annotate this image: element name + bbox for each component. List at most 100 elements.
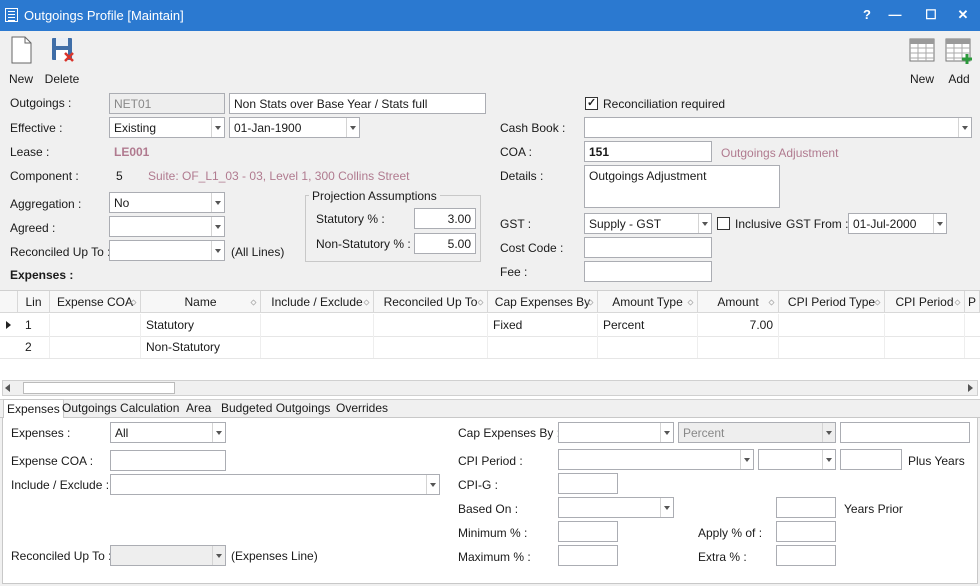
scrollbar-thumb[interactable]	[23, 382, 175, 394]
reconciled-select[interactable]	[109, 240, 225, 261]
outgoings-description-field[interactable]: Non Stats over Base Year / Stats full	[229, 93, 486, 114]
extra-percent-field[interactable]	[776, 545, 836, 566]
plus-years-field[interactable]	[840, 449, 902, 470]
chevron-down-icon[interactable]	[822, 450, 835, 469]
horizontal-scrollbar[interactable]	[2, 380, 978, 396]
cost-code-field[interactable]	[584, 237, 712, 258]
cell-name[interactable]: Statutory	[141, 314, 261, 336]
cell-include-exclude[interactable]	[261, 336, 374, 358]
chevron-down-icon[interactable]	[211, 241, 224, 260]
cell-lin[interactable]: 1	[20, 314, 50, 336]
tab-expenses[interactable]: Expenses	[3, 399, 64, 419]
minimum-field[interactable]	[558, 521, 618, 542]
column-header-cpi-period-type[interactable]: CPI Period Type	[779, 291, 885, 313]
table-row[interactable]: 1 Statutory Fixed Percent 7.00	[0, 314, 980, 336]
effective-select[interactable]: Existing	[109, 117, 225, 138]
cell-reconciled-up-to[interactable]	[374, 336, 488, 358]
inclusive-checkbox[interactable]	[717, 217, 730, 230]
chevron-down-icon[interactable]	[660, 498, 673, 517]
outgoings-code-field[interactable]: NET01	[109, 93, 225, 114]
column-header-include-exclude[interactable]: Include / Exclude	[261, 291, 374, 313]
maximum-field[interactable]	[558, 545, 618, 566]
cashbook-select[interactable]	[584, 117, 972, 138]
new-row-button[interactable]: New	[906, 35, 938, 86]
scroll-left-icon[interactable]	[5, 384, 10, 392]
maximize-button[interactable]: ☐	[918, 4, 944, 26]
cpi-period-secondary-select[interactable]	[758, 449, 836, 470]
cell-amount-type[interactable]	[598, 336, 698, 358]
based-on-select[interactable]	[558, 497, 674, 518]
apply-percent-field[interactable]	[776, 521, 836, 542]
cpi-g-field[interactable]	[558, 473, 618, 494]
cell-amount-type[interactable]: Percent	[598, 314, 698, 336]
lease-link[interactable]: LE001	[114, 145, 149, 159]
close-button[interactable]: ✕	[950, 4, 976, 26]
cell-cap-expenses-by[interactable]: Fixed	[488, 314, 598, 336]
chevron-down-icon[interactable]	[822, 423, 835, 442]
expense-coa-field[interactable]	[110, 450, 226, 471]
scroll-right-icon[interactable]	[968, 384, 973, 392]
chevron-down-icon[interactable]	[958, 118, 971, 137]
component-suite-link[interactable]: Suite: OF_L1_03 - 03, Level 1, 300 Colli…	[148, 169, 410, 183]
statutory-percent-field[interactable]: 3.00	[414, 208, 476, 229]
column-header-amount-type[interactable]: Amount Type	[598, 291, 698, 313]
cell-reconciled-up-to[interactable]	[374, 314, 488, 336]
agreed-select[interactable]	[109, 216, 225, 237]
detail-reconciled-select[interactable]	[110, 545, 226, 566]
cap-extra-field[interactable]	[840, 422, 970, 443]
cell-name[interactable]: Non-Statutory	[141, 336, 261, 358]
add-button[interactable]: Add	[944, 35, 974, 86]
chevron-down-icon[interactable]	[933, 214, 946, 233]
chevron-down-icon[interactable]	[211, 118, 224, 137]
fee-field[interactable]	[584, 261, 712, 282]
cell-cap-expenses-by[interactable]	[488, 336, 598, 358]
chevron-down-icon[interactable]	[211, 217, 224, 236]
tab-overrides[interactable]: Overrides	[333, 399, 391, 418]
chevron-down-icon[interactable]	[426, 475, 439, 494]
reconciliation-checkbox[interactable]	[585, 96, 598, 110]
non-statutory-percent-field[interactable]: 5.00	[414, 233, 476, 254]
column-header-expense-coa[interactable]: Expense COA	[50, 291, 141, 313]
cpi-period-select[interactable]	[558, 449, 754, 470]
cap-type-select[interactable]: Percent	[678, 422, 836, 443]
cell-lin[interactable]: 2	[20, 336, 50, 358]
help-button[interactable]: ?	[854, 4, 880, 26]
cell-cpi-period-type[interactable]	[779, 314, 885, 336]
cell-expense-coa[interactable]	[50, 336, 141, 358]
cell-expense-coa[interactable]	[50, 314, 141, 336]
cell-include-exclude[interactable]	[261, 314, 374, 336]
gst-from-date-picker[interactable]: 01-Jul-2000	[848, 213, 947, 234]
cell-cpi-period[interactable]	[885, 336, 965, 358]
tab-budgeted-outgoings[interactable]: Budgeted Outgoings	[218, 399, 333, 418]
column-header-reconciled-up-to[interactable]: Reconciled Up To	[374, 291, 488, 313]
chevron-down-icon[interactable]	[346, 118, 359, 137]
cell-amount[interactable]: 7.00	[698, 314, 779, 336]
chevron-down-icon[interactable]	[698, 214, 711, 233]
gst-select[interactable]: Supply - GST	[584, 213, 712, 234]
cell-cpi-period-type[interactable]	[779, 336, 885, 358]
chevron-down-icon[interactable]	[212, 546, 225, 565]
column-header-name[interactable]: Name	[141, 291, 261, 313]
new-button[interactable]: New	[6, 35, 36, 86]
minimize-button[interactable]: —	[882, 4, 908, 26]
column-header-p[interactable]: P	[965, 291, 980, 313]
tab-outgoings-calculation[interactable]: Outgoings Calculation	[59, 399, 182, 418]
detail-expenses-select[interactable]: All	[110, 422, 226, 443]
coa-description-link[interactable]: Outgoings Adjustment	[721, 146, 838, 160]
aggregation-select[interactable]: No	[109, 192, 225, 213]
delete-button[interactable]: Delete	[44, 35, 80, 86]
details-textarea[interactable]: Outgoings Adjustment	[584, 165, 780, 208]
cap-expenses-select[interactable]	[558, 422, 674, 443]
include-exclude-select[interactable]	[110, 474, 440, 495]
chevron-down-icon[interactable]	[211, 193, 224, 212]
chevron-down-icon[interactable]	[740, 450, 753, 469]
table-row[interactable]: 2 Non-Statutory	[0, 336, 980, 358]
coa-field[interactable]: 151	[584, 141, 712, 162]
column-header-amount[interactable]: Amount	[698, 291, 779, 313]
cell-cpi-period[interactable]	[885, 314, 965, 336]
cell-amount[interactable]	[698, 336, 779, 358]
tab-area[interactable]: Area	[183, 399, 214, 418]
effective-date-picker[interactable]: 01-Jan-1900	[229, 117, 360, 138]
column-header-lin[interactable]: Lin	[18, 291, 50, 313]
column-header-cap-expenses-by[interactable]: Cap Expenses By	[488, 291, 598, 313]
